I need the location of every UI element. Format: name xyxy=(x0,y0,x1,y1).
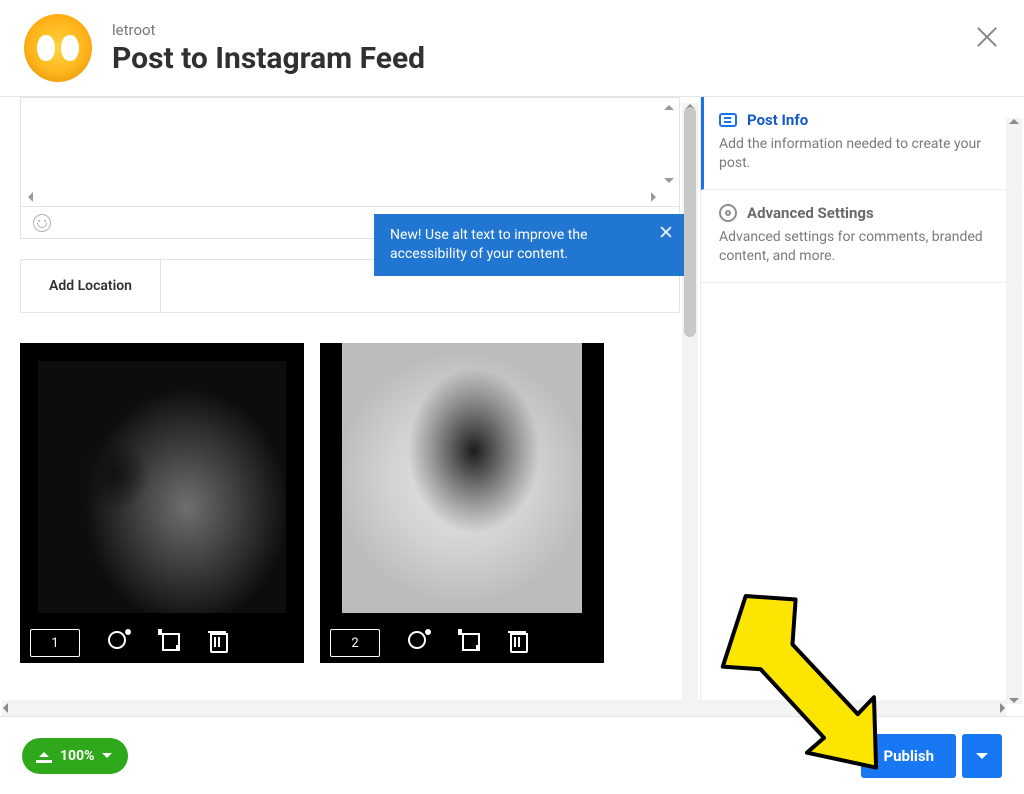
info-card-icon xyxy=(719,113,737,127)
close-icon[interactable] xyxy=(658,224,674,240)
app-logo xyxy=(24,14,92,82)
chevron-down-icon xyxy=(976,753,988,765)
emoji-icon[interactable] xyxy=(33,214,51,232)
caption-textarea[interactable] xyxy=(20,97,680,207)
upload-percent: 100% xyxy=(60,748,94,764)
publish-dropdown-button[interactable] xyxy=(962,734,1002,778)
panel-title: Advanced Settings xyxy=(747,204,874,222)
tooltip-text: New! Use alt text to improve the accessi… xyxy=(390,227,588,262)
side-panel: Post Info Add the information needed to … xyxy=(700,97,1024,713)
slot-number[interactable]: 1 xyxy=(30,629,80,657)
panel-advanced-settings[interactable]: Advanced Settings Advanced settings for … xyxy=(701,190,1024,283)
crop-icon[interactable] xyxy=(458,629,480,651)
upload-icon xyxy=(36,749,52,763)
alt-text-tooltip: New! Use alt text to improve the accessi… xyxy=(374,214,684,276)
panel-description: Add the information needed to create you… xyxy=(719,135,1006,173)
scrollbar-horizontal[interactable] xyxy=(2,700,1006,716)
scrollbar-horizontal[interactable] xyxy=(23,190,661,204)
media-thumbnail[interactable]: 2 xyxy=(320,343,604,663)
add-location-button[interactable]: Add Location xyxy=(21,260,161,312)
close-icon[interactable] xyxy=(972,22,1002,52)
publish-button[interactable]: Publish xyxy=(861,734,956,778)
dialog-footer: 100% Publish xyxy=(0,716,1024,794)
thumbnail-image xyxy=(38,361,286,613)
crop-icon[interactable] xyxy=(158,629,180,651)
chevron-down-icon xyxy=(102,753,112,763)
upload-progress-button[interactable]: 100% xyxy=(22,738,128,774)
media-thumbnails: 1 2 xyxy=(20,343,700,663)
dialog-header: letroot Post to Instagram Feed xyxy=(0,0,1024,97)
scrollbar-vertical[interactable] xyxy=(682,103,698,707)
trash-icon[interactable] xyxy=(508,629,530,651)
panel-description: Advanced settings for comments, branded … xyxy=(719,228,1006,266)
composer-column: Rem Add Location 1 2 xyxy=(0,97,700,713)
thumbnail-image xyxy=(342,343,582,613)
trash-icon[interactable] xyxy=(208,629,230,651)
gear-icon xyxy=(719,204,737,222)
replace-icon[interactable] xyxy=(408,629,430,651)
panel-title: Post Info xyxy=(747,111,808,129)
panel-post-info[interactable]: Post Info Add the information needed to … xyxy=(701,97,1024,190)
scrollbar-vertical[interactable] xyxy=(661,100,677,188)
scrollbar-vertical[interactable] xyxy=(1006,118,1022,704)
page-title: Post to Instagram Feed xyxy=(112,41,425,76)
slot-number[interactable]: 2 xyxy=(330,629,380,657)
account-name: letroot xyxy=(112,21,425,39)
replace-icon[interactable] xyxy=(108,629,130,651)
media-thumbnail[interactable]: 1 xyxy=(20,343,304,663)
